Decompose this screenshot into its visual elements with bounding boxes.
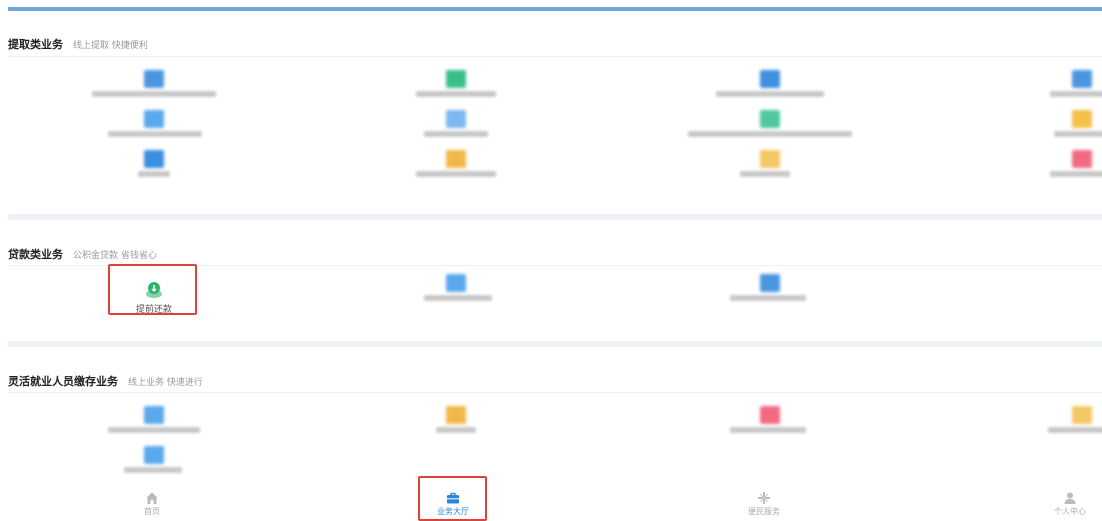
service-item[interactable] (84, 406, 224, 438)
divider (8, 56, 1102, 57)
service-icon (1072, 70, 1092, 88)
service-label-blurred (424, 295, 492, 301)
service-icon (760, 406, 780, 424)
service-icon (760, 70, 780, 88)
section-gap (8, 214, 1102, 220)
service-label-blurred (1050, 171, 1102, 177)
service-icon (144, 110, 164, 128)
top-accent-bar (8, 7, 1102, 11)
service-icon (760, 150, 780, 168)
section-title: 灵活就业人员缴存业务 (8, 375, 118, 388)
divider (8, 392, 1102, 393)
service-item[interactable] (84, 110, 224, 142)
service-icon (1072, 406, 1092, 424)
service-icon (758, 492, 770, 504)
service-label-blurred (730, 427, 806, 433)
service-icon (144, 446, 164, 464)
section-subtitle: 公积金贷款 省钱省心 (73, 250, 157, 261)
service-label-blurred (108, 131, 202, 137)
service-icon (760, 274, 780, 292)
service-item[interactable] (688, 110, 852, 142)
service-label-blurred (424, 131, 488, 137)
service-icon (144, 406, 164, 424)
service-item[interactable] (386, 70, 526, 102)
service-icon (1072, 110, 1092, 128)
service-item[interactable] (386, 110, 526, 142)
service-icon (144, 150, 164, 168)
service-item[interactable] (386, 150, 526, 182)
service-icon (144, 70, 164, 88)
service-item[interactable] (700, 70, 840, 102)
service-label-blurred (688, 131, 852, 137)
service-label-blurred (730, 295, 806, 301)
service-item[interactable] (1012, 70, 1102, 102)
service-label-blurred (124, 467, 182, 473)
service-icon (446, 70, 466, 88)
service-label-blurred (108, 427, 200, 433)
service-icon (446, 110, 466, 128)
service-item[interactable] (84, 70, 224, 102)
service-item[interactable] (386, 274, 526, 306)
section-loan-header: 贷款类业务 公积金贷款 省钱省心 (8, 243, 157, 265)
tab-convenience[interactable]: 便民服务 (734, 488, 794, 519)
prepay-highlight-box (108, 264, 197, 315)
service-label-blurred (1054, 131, 1102, 137)
section-subtitle: 线上业务 快速进行 (128, 377, 203, 388)
home-icon (146, 492, 158, 504)
service-item[interactable] (700, 406, 840, 438)
tab-label: 首页 (144, 507, 160, 516)
section-gap (8, 341, 1102, 347)
service-icon (446, 274, 466, 292)
service-label-blurred (138, 171, 170, 177)
service-label-blurred (416, 91, 496, 97)
business-hall-highlight-box (418, 476, 487, 521)
section-withdraw-header: 提取类业务 线上提取 快捷便利 (8, 33, 148, 55)
service-item[interactable] (1012, 406, 1102, 438)
service-icon (446, 150, 466, 168)
service-icon (446, 406, 466, 424)
service-label-blurred (1048, 427, 1102, 433)
service-item[interactable] (84, 446, 224, 478)
service-label-blurred (740, 171, 790, 177)
service-label-blurred (1050, 91, 1102, 97)
service-item[interactable] (1012, 110, 1102, 142)
service-item[interactable] (700, 274, 840, 306)
section-subtitle: 线上提取 快捷便利 (73, 40, 148, 51)
section-flexible-header: 灵活就业人员缴存业务 线上业务 快速进行 (8, 370, 203, 392)
service-icon (760, 110, 780, 128)
tab-personal-center[interactable]: 个人中心 (1040, 488, 1100, 519)
service-icon (1072, 150, 1092, 168)
service-label-blurred (92, 91, 216, 97)
user-icon (1064, 492, 1076, 504)
service-item[interactable] (1012, 150, 1102, 182)
service-item[interactable] (700, 150, 840, 182)
service-item[interactable] (84, 150, 224, 182)
tab-label: 个人中心 (1054, 507, 1086, 516)
section-title: 提取类业务 (8, 38, 63, 51)
tab-label: 便民服务 (748, 507, 780, 516)
service-label-blurred (436, 427, 476, 433)
section-title: 贷款类业务 (8, 248, 63, 261)
service-label-blurred (416, 171, 496, 177)
service-item[interactable] (386, 406, 526, 438)
tab-home[interactable]: 首页 (122, 488, 182, 519)
service-label-blurred (716, 91, 824, 97)
bottom-tab-bar: 首页 业务大厅 便民服务 个人中心 (0, 488, 1102, 519)
